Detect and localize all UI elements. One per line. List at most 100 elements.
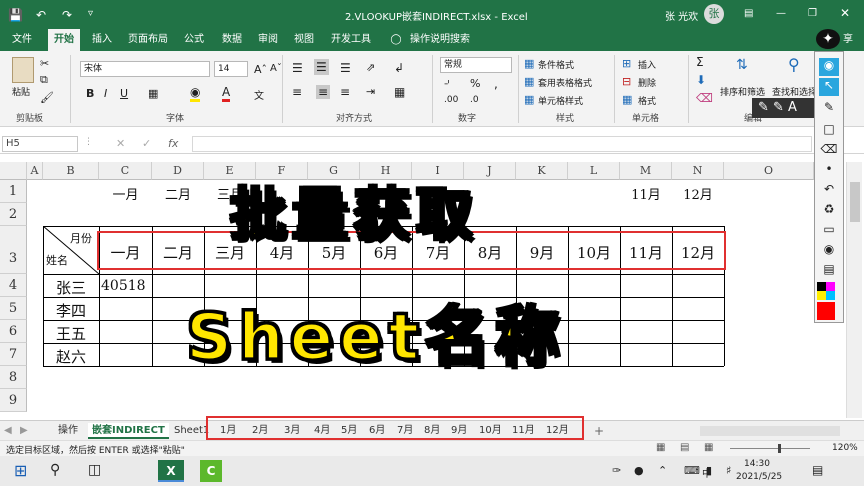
value-cell[interactable]: 40518 <box>101 278 151 294</box>
formula-input[interactable] <box>192 136 812 152</box>
column-header[interactable]: O <box>724 162 814 180</box>
row-header[interactable]: 4 <box>0 274 27 297</box>
font-name-select[interactable]: 宋体 <box>80 61 210 77</box>
insert-function-button[interactable]: fx <box>168 137 178 150</box>
eraser-icon[interactable]: ⌫ <box>819 142 839 160</box>
keyboard-icon[interactable]: ⌨ <box>684 464 700 477</box>
sheet-tab-active[interactable]: 嵌套INDIRECT <box>88 423 169 439</box>
chevron-up-icon[interactable]: ⌃ <box>658 464 667 477</box>
cut-icon[interactable]: ✂ <box>40 57 49 70</box>
column-header[interactable]: N <box>672 162 724 180</box>
page-layout-view-icon[interactable]: ▤ <box>680 442 689 453</box>
avatar[interactable]: 张 <box>704 4 724 24</box>
name-cell[interactable]: 赵六 <box>43 346 99 367</box>
zoom-slider-thumb[interactable] <box>778 444 781 453</box>
quick-access-dropdown-icon[interactable]: ▿ <box>88 8 93 19</box>
sheet-tab[interactable]: 12月 <box>546 423 569 439</box>
tab-review[interactable]: 审阅 <box>252 29 284 51</box>
notification-icon[interactable]: ▤ <box>812 463 823 477</box>
align-top-icon[interactable]: ☰ <box>292 61 303 75</box>
italic-button[interactable]: I <box>104 87 107 100</box>
highlighter-icon[interactable]: ✎ <box>819 100 839 118</box>
tell-me-search[interactable]: 操作说明搜索 <box>408 29 472 51</box>
color-swatch-black[interactable] <box>817 282 826 291</box>
scroll-tabs-left-icon[interactable]: ◀ <box>4 423 12 439</box>
column-header[interactable]: C <box>99 162 152 180</box>
enter-formula-icon[interactable]: ✓ <box>142 137 151 150</box>
pen-icon[interactable]: ✑ <box>612 464 621 477</box>
format-painter-icon[interactable]: 🖌 <box>40 91 54 104</box>
scroll-tabs-right-icon[interactable]: ▶ <box>20 423 28 439</box>
phonetic-icon[interactable]: 文 <box>254 87 264 102</box>
pen-app-icon[interactable]: ✦ <box>816 29 840 49</box>
zoom-slider[interactable] <box>730 448 810 449</box>
row-header[interactable]: 3 <box>0 226 27 274</box>
column-header[interactable]: L <box>568 162 620 180</box>
excel-taskbar-icon[interactable]: X <box>158 460 184 482</box>
column-header[interactable]: D <box>152 162 204 180</box>
tab-view[interactable]: 视图 <box>288 29 320 51</box>
sheet-tab[interactable]: 11月 <box>512 423 535 439</box>
close-icon[interactable]: ✕ <box>840 6 850 20</box>
format-cells-button[interactable]: 格式 <box>638 94 656 107</box>
name-cell[interactable]: 李四 <box>43 300 99 321</box>
shrink-font-icon[interactable]: Aˇ <box>270 63 282 74</box>
sort-filter-button[interactable]: 排序和筛选 <box>720 85 765 98</box>
sheet-tab[interactable]: 5月 <box>341 423 357 439</box>
undo-annotation-icon[interactable]: ↶ <box>819 182 839 200</box>
trash-icon[interactable]: ♻ <box>819 202 839 220</box>
task-view-icon[interactable]: ◫ <box>88 462 101 478</box>
column-header[interactable]: K <box>516 162 568 180</box>
name-box[interactable]: H5 <box>2 136 78 152</box>
align-right-icon[interactable]: ≡ <box>340 85 350 99</box>
font-color-icon[interactable]: A <box>222 85 231 102</box>
tab-home[interactable]: 开始 <box>48 29 80 51</box>
input-language[interactable]: 中 <box>702 465 712 480</box>
bold-button[interactable]: B <box>86 87 94 100</box>
sheet-tab[interactable]: 3月 <box>284 423 300 439</box>
indent-icon[interactable]: ⇥ <box>366 85 375 98</box>
decrease-decimal-icon[interactable]: .0 <box>470 95 479 105</box>
increase-decimal-icon[interactable]: .00 <box>444 95 458 105</box>
delete-cells-button[interactable]: 删除 <box>638 76 656 89</box>
sheet-tab[interactable]: 6月 <box>369 423 385 439</box>
cond-format-button[interactable]: 条件格式 <box>538 58 574 71</box>
selected-color-red[interactable] <box>817 302 835 320</box>
user-name[interactable]: 张 光欢 <box>665 8 698 23</box>
color-swatch-yellow[interactable] <box>817 291 826 300</box>
sheet-tab[interactable]: 2月 <box>252 423 268 439</box>
align-left-icon[interactable]: ≡ <box>292 85 302 99</box>
border-icon[interactable]: ▦ <box>148 87 158 100</box>
redo-icon[interactable]: ↷ <box>62 8 72 22</box>
worksheet-grid[interactable]: A B C D E F G H I J K L M N O 1 2 3 4 5 … <box>0 162 814 418</box>
name-cell[interactable]: 王五 <box>43 323 99 344</box>
sheet-tab[interactable]: 操作 <box>58 423 78 439</box>
align-bottom-icon[interactable]: ☰ <box>340 61 351 75</box>
fill-color-icon[interactable]: ◉ <box>190 85 201 102</box>
tab-insert[interactable]: 插入 <box>86 29 118 51</box>
clipboard-icon[interactable]: ▤ <box>819 262 839 280</box>
orientation-icon[interactable]: ⇗ <box>366 61 375 74</box>
save-icon[interactable]: 💾 <box>8 8 23 22</box>
sheet-tab[interactable]: 8月 <box>424 423 440 439</box>
column-header[interactable]: B <box>43 162 99 180</box>
whiteboard-icon[interactable]: ▭ <box>819 222 839 240</box>
pen-tools-strip[interactable]: ✎ ✎ A <box>752 98 814 118</box>
cancel-formula-icon[interactable]: ✕ <box>116 137 125 150</box>
vertical-scrollbar[interactable] <box>846 162 862 418</box>
paste-button[interactable]: 粘贴 <box>12 85 30 98</box>
fill-icon[interactable]: ⬇ <box>696 73 706 87</box>
cell-style-button[interactable]: 单元格样式 <box>538 94 583 107</box>
tab-formulas[interactable]: 公式 <box>178 29 210 51</box>
add-sheet-button[interactable]: + <box>594 423 604 439</box>
sheet-tab[interactable]: 10月 <box>479 423 502 439</box>
row-header[interactable]: 6 <box>0 320 27 343</box>
row-header[interactable]: 5 <box>0 297 27 320</box>
wrap-text-icon[interactable]: ↲ <box>394 61 404 75</box>
grow-font-icon[interactable]: Aˆ <box>254 63 267 76</box>
search-icon[interactable]: ⚲ <box>50 462 60 478</box>
volume-icon[interactable]: ♯ <box>726 464 731 477</box>
merge-center-icon[interactable]: ▦ <box>394 85 405 99</box>
sheet-tab[interactable]: 1月 <box>220 423 236 439</box>
pointer-icon[interactable]: ↖ <box>819 78 839 96</box>
